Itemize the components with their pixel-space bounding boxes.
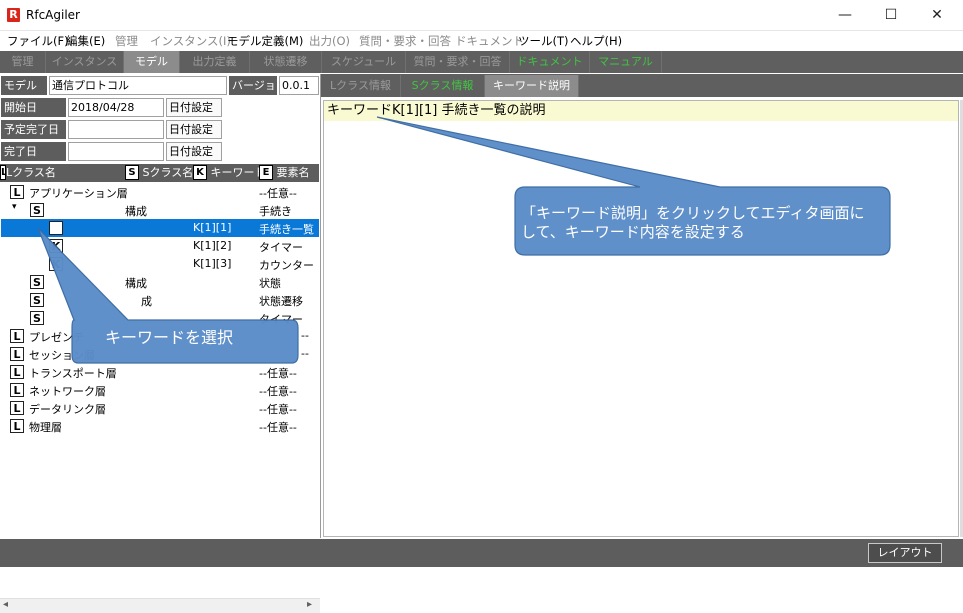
callout-overlay [37, 116, 891, 364]
horizontal-scrollbar[interactable]: ◂ ▸ [0, 598, 320, 613]
scroll-left-icon[interactable]: ◂ [3, 599, 8, 610]
left-callout-text: キーワードを選択 [105, 328, 234, 347]
right-callout-text: 「キーワード説明」をクリックしてエディタ画面に して、キーワード内容を設定する [521, 204, 865, 241]
scroll-right-icon[interactable]: ▸ [307, 599, 312, 610]
